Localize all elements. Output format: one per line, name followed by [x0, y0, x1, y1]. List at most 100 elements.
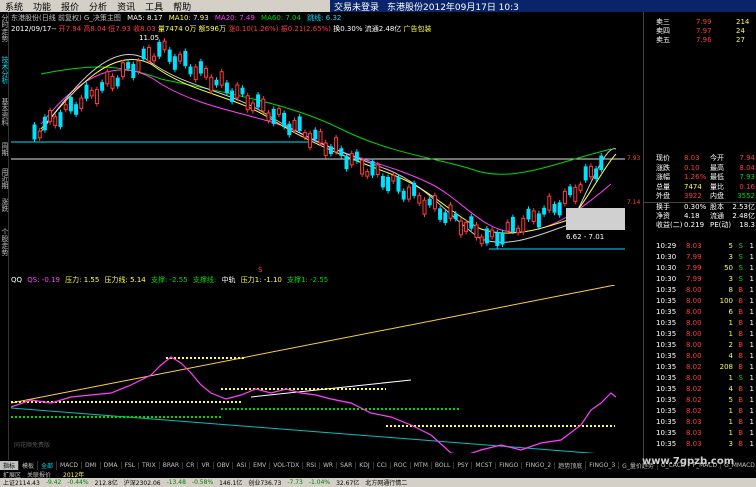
menu-tools[interactable]: 工具 — [140, 0, 168, 13]
candle[interactable] — [276, 108, 281, 115]
candle[interactable] — [58, 112, 63, 127]
candle[interactable] — [120, 62, 125, 78]
tick-row[interactable]: 10:35 8.02 5 B 1 — [644, 396, 756, 404]
indicator-tab[interactable]: FINGO_2 — [522, 461, 556, 469]
candle[interactable] — [68, 96, 73, 112]
menu-help[interactable]: 帮助 — [168, 0, 196, 13]
indicator-tab[interactable]: 指标 — [0, 460, 20, 470]
indicator-tab[interactable]: 模板 — [19, 460, 39, 470]
candle[interactable] — [370, 161, 375, 176]
menu-quote[interactable]: 报价 — [56, 0, 84, 13]
menu-news[interactable]: 资讯 — [112, 0, 140, 13]
candle[interactable] — [188, 66, 193, 75]
menu-analysis[interactable]: 分析 — [84, 0, 112, 13]
candle[interactable] — [334, 137, 339, 153]
indicator-tab[interactable]: MCST — [472, 461, 497, 469]
login-status[interactable]: 交易未登录 — [330, 0, 383, 13]
candle[interactable] — [89, 89, 94, 97]
candle[interactable] — [209, 76, 214, 92]
indicator-tab[interactable]: RSI — [303, 461, 320, 469]
tab-recent[interactable]: 用近期 — [0, 168, 9, 196]
candle[interactable] — [74, 104, 79, 115]
tick-row[interactable]: 10:35 8.02 1 B 1 — [644, 407, 756, 415]
candle[interactable] — [63, 104, 68, 110]
candle[interactable] — [115, 77, 120, 87]
candle[interactable] — [547, 195, 552, 211]
candle[interactable] — [495, 232, 500, 246]
indicator-tab[interactable]: SAR — [337, 461, 357, 469]
tab-updown[interactable]: 涨跌 — [0, 198, 9, 226]
candle[interactable] — [391, 174, 396, 182]
indicator-tab[interactable]: FINGO_3 — [586, 461, 620, 469]
candle[interactable] — [588, 165, 593, 178]
candle[interactable] — [573, 186, 578, 202]
menu-system[interactable]: 系统 — [0, 0, 28, 13]
candle[interactable] — [152, 55, 157, 62]
candle[interactable] — [214, 79, 219, 86]
candle[interactable] — [453, 213, 458, 220]
candle[interactable] — [193, 66, 198, 81]
indicator-tab[interactable]: ASI — [233, 461, 251, 469]
candle[interactable] — [500, 232, 505, 245]
candle[interactable] — [256, 94, 261, 108]
candle[interactable] — [162, 40, 167, 51]
candle[interactable] — [282, 112, 287, 127]
candle[interactable] — [230, 90, 235, 103]
candle[interactable] — [250, 102, 255, 112]
candle[interactable] — [386, 176, 391, 192]
tick-row[interactable]: 10:35 8.02 208 B 1 — [644, 363, 756, 371]
candle[interactable] — [84, 84, 89, 99]
candle[interactable] — [94, 89, 99, 105]
candle[interactable] — [484, 228, 489, 244]
candle[interactable] — [100, 82, 105, 91]
candle[interactable] — [552, 204, 557, 213]
candle[interactable] — [557, 202, 562, 216]
tick-row[interactable]: 10:35 8.00 1 S 1 — [644, 374, 756, 382]
candle[interactable] — [53, 116, 58, 126]
tab-period[interactable]: 周期 — [0, 142, 9, 166]
candle[interactable] — [448, 204, 453, 219]
candle[interactable] — [479, 236, 484, 245]
candle[interactable] — [328, 146, 333, 155]
tick-row[interactable]: 10:35 8.00 6 B 1 — [644, 308, 756, 316]
candle[interactable] — [131, 63, 136, 79]
candle[interactable] — [432, 195, 437, 210]
indicator-tab[interactable]: OBV — [214, 461, 234, 469]
candle[interactable] — [354, 151, 359, 162]
indicator-tab[interactable]: ROC — [391, 461, 411, 469]
candle[interactable] — [141, 48, 146, 60]
indicator-tab[interactable]: KDJ — [356, 461, 374, 469]
candle[interactable] — [235, 84, 240, 99]
indicator-tab[interactable]: FINGO — [496, 461, 523, 469]
indicator-tab[interactable]: CR — [183, 461, 199, 469]
candle[interactable] — [516, 227, 521, 234]
candle[interactable] — [266, 112, 271, 122]
candle[interactable] — [172, 56, 177, 70]
indicator-tab[interactable]: DMA — [101, 461, 122, 469]
candle[interactable] — [42, 116, 47, 131]
candle[interactable] — [339, 148, 344, 156]
indicator-tab[interactable]: FSL — [122, 461, 140, 469]
candle[interactable] — [224, 82, 229, 94]
candle[interactable] — [204, 67, 209, 78]
candle[interactable] — [521, 217, 526, 233]
candle[interactable] — [464, 222, 469, 232]
candle[interactable] — [412, 182, 417, 196]
tick-row[interactable]: 10:35 8.03 1 B 1 — [644, 429, 756, 437]
candle[interactable] — [438, 208, 443, 220]
tick-row[interactable]: 10:35 8.00 8 B 1 — [644, 286, 756, 294]
candle[interactable] — [271, 108, 276, 124]
candle[interactable] — [542, 207, 547, 215]
candle[interactable] — [245, 95, 250, 111]
candle[interactable] — [136, 60, 141, 72]
candle[interactable] — [583, 166, 588, 181]
candle[interactable] — [458, 220, 463, 236]
tick-row[interactable]: 10:35 8.00 2 B 1 — [644, 341, 756, 349]
candle[interactable] — [474, 224, 479, 239]
candle[interactable] — [562, 190, 567, 204]
candle[interactable] — [198, 61, 203, 74]
candle[interactable] — [32, 124, 37, 140]
tick-row[interactable]: 10:35 8.00 1 B 1 — [644, 330, 756, 338]
menu-function[interactable]: 功能 — [28, 0, 56, 13]
candle[interactable] — [380, 175, 385, 188]
